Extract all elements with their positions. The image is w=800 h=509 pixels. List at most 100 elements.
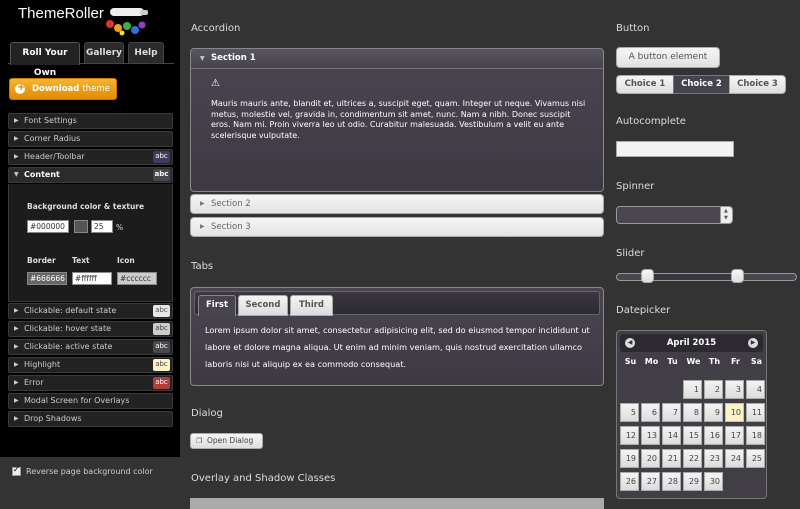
calendar-day[interactable]: 26	[620, 472, 639, 491]
weekday-label: Su	[624, 357, 637, 366]
calendar-day[interactable]: 6	[641, 403, 660, 422]
calendar-day[interactable]: 29	[683, 472, 702, 491]
calendar-day[interactable]: 15	[683, 426, 702, 445]
panel-clickable-hover-state[interactable]: ▶ Clickable: hover state abc	[8, 321, 173, 337]
panel-content[interactable]: ▼ Content abc	[8, 167, 173, 183]
open-dialog-label: Open Dialog	[207, 436, 254, 445]
tab-second[interactable]: Second	[238, 295, 288, 316]
calendar-day[interactable]: 9	[704, 403, 723, 422]
open-dialog-button[interactable]: ❐ Open Dialog	[190, 433, 263, 449]
accordion-header-1[interactable]: ▼ Section 1	[191, 49, 603, 69]
triangle-right-icon: ▶	[14, 415, 19, 422]
calendar-day[interactable]: 16	[704, 426, 723, 445]
accordion-header-label: Section 1	[211, 53, 256, 63]
tab-third[interactable]: Third	[290, 295, 333, 316]
panel-font-settings[interactable]: ▶ Font Settings	[8, 113, 173, 129]
prev-month-icon[interactable]: ◀	[625, 338, 635, 348]
calendar-day[interactable]: 2	[704, 380, 723, 399]
panel-label: Clickable: active state	[24, 342, 113, 351]
icon-color-field[interactable]: #cccccc	[117, 272, 157, 285]
texture-swatch[interactable]	[74, 220, 88, 233]
opacity-field[interactable]: 25	[91, 220, 113, 233]
reverse-bg-checkbox[interactable]	[12, 465, 21, 476]
bg-color-field[interactable]: #000000	[27, 220, 69, 233]
calendar-day[interactable]: 28	[662, 472, 681, 491]
reverse-bg-label: Reverse page background color	[26, 467, 153, 476]
panel-clickable-default-state[interactable]: ▶ Clickable: default state abc	[8, 303, 173, 319]
triangle-right-icon: ▶	[14, 361, 19, 368]
autocomplete-heading: Autocomplete	[616, 116, 686, 127]
panel-clickable-active-state[interactable]: ▶ Clickable: active state abc	[8, 339, 173, 355]
style-preview-badge: abc	[153, 151, 170, 163]
slider-handle-max[interactable]	[731, 269, 744, 283]
calendar-day[interactable]: 24	[725, 449, 744, 468]
accordion-heading: Accordion	[191, 23, 241, 34]
spinner-input[interactable]: ▲ ▼	[616, 206, 733, 224]
calendar-day[interactable]: 25	[746, 449, 765, 468]
weekday-label: We	[686, 357, 701, 366]
choice-1-button[interactable]: Choice 1	[616, 75, 674, 94]
calendar-day[interactable]: 4	[746, 380, 765, 399]
calendar-day[interactable]: 13	[641, 426, 660, 445]
triangle-right-icon: ▶	[200, 200, 205, 207]
calendar-day[interactable]: 19	[620, 449, 639, 468]
tabs-widget: First Second Third Lorem ipsum dolor sit…	[190, 287, 604, 386]
text-color-field[interactable]: #ffffff	[72, 272, 112, 285]
text-label: Text	[72, 256, 90, 265]
calendar-day[interactable]: 17	[725, 426, 744, 445]
slider-handle-min[interactable]	[641, 269, 654, 283]
plus-circle-icon	[15, 78, 25, 98]
calendar-day[interactable]: 12	[620, 426, 639, 445]
calendar-day[interactable]: 8	[683, 403, 702, 422]
calendar-day[interactable]: 30	[704, 472, 723, 491]
choice-3-button[interactable]: Choice 3	[729, 75, 786, 94]
calendar-day[interactable]: 3	[725, 380, 744, 399]
panel-error[interactable]: ▶ Error abc	[8, 375, 173, 391]
calendar-day[interactable]: 22	[683, 449, 702, 468]
spinner-down-icon[interactable]: ▼	[724, 215, 728, 221]
panel-corner-radius[interactable]: ▶ Corner Radius	[8, 131, 173, 147]
calendar-day[interactable]: 1	[683, 380, 702, 399]
calendar-day[interactable]: 21	[662, 449, 681, 468]
next-month-icon[interactable]: ▶	[748, 338, 758, 348]
calendar-day[interactable]: 14	[662, 426, 681, 445]
autocomplete-input[interactable]	[616, 141, 734, 157]
tab-gallery[interactable]: Gallery	[84, 42, 124, 64]
calendar-day[interactable]: 27	[641, 472, 660, 491]
opacity-unit: %	[116, 223, 124, 232]
calendar-day[interactable]: 11	[746, 403, 765, 422]
triangle-right-icon: ▶	[14, 325, 19, 332]
panel-label: Clickable: hover state	[24, 324, 112, 333]
accordion-header-label: Section 3	[211, 222, 251, 232]
tab-roll-your-own[interactable]: Roll Your Own	[10, 42, 80, 78]
new-window-icon: ❐	[196, 437, 203, 445]
calendar-day-today[interactable]: 10	[725, 403, 744, 422]
choice-2-button[interactable]: Choice 2	[673, 75, 730, 94]
border-color-field[interactable]: #666666	[27, 272, 67, 285]
calendar-day[interactable]: 7	[662, 403, 681, 422]
calendar-day[interactable]: 18	[746, 426, 765, 445]
accordion-header-3[interactable]: ▶ Section 3	[190, 217, 604, 237]
calendar-day[interactable]: 20	[641, 449, 660, 468]
panel-highlight[interactable]: ▶ Highlight abc	[8, 357, 173, 373]
weekday-label: Fr	[731, 357, 740, 366]
style-preview-badge: abc	[153, 359, 170, 371]
download-theme-button[interactable]: Download theme	[9, 78, 117, 100]
triangle-down-icon: ▼	[14, 171, 19, 178]
reverse-bg-toggle[interactable]: Reverse page background color	[12, 465, 153, 476]
a-button-element[interactable]: A button element	[616, 47, 720, 68]
datepicker: April 2015 ◀ ▶ Su Mo Tu We Th Fr Sa 1 2 3 4 5 6 7 8 9 10…	[616, 330, 767, 499]
tab-first[interactable]: First	[198, 295, 236, 316]
spinner-up-icon[interactable]: ▲	[724, 208, 728, 214]
panel-drop-shadows[interactable]: ▶ Drop Shadows	[8, 411, 173, 427]
triangle-down-icon: ▼	[200, 55, 205, 62]
warning-icon: ⚠	[211, 78, 220, 89]
panel-modal-screen-for-overlays[interactable]: ▶ Modal Screen for Overlays	[8, 393, 173, 409]
calendar-day[interactable]: 5	[620, 403, 639, 422]
accordion-header-2[interactable]: ▶ Section 2	[190, 194, 604, 214]
tabs-nav: First Second Third	[194, 291, 600, 316]
tab-help[interactable]: Help	[128, 42, 164, 64]
panel-header-toolbar[interactable]: ▶ Header/Toolbar abc	[8, 149, 173, 165]
calendar-day[interactable]: 23	[704, 449, 723, 468]
panel-label: Corner Radius	[24, 134, 81, 143]
